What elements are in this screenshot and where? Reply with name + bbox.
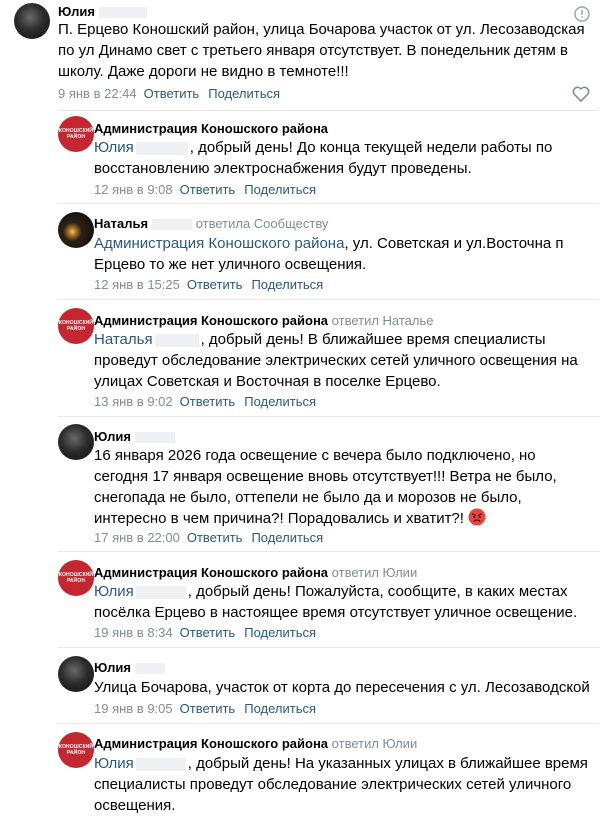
reply-text: Юлия, добрый день! На указанных улицах в… <box>94 755 588 814</box>
reply-time[interactable]: 13 янв в 9:02 <box>94 394 173 409</box>
avatar[interactable]: КОНОШСКИЙ РАЙОН <box>58 732 94 768</box>
reply-text: 16 января 2026 года освещение с вечера б… <box>94 447 557 527</box>
reply-author[interactable]: Администрация Коношского района ответил … <box>94 565 417 580</box>
reply-time[interactable]: 19 янв в 8:34 <box>94 625 173 640</box>
share-link[interactable]: Поделиться <box>244 182 316 197</box>
redacted-surname <box>134 663 165 675</box>
reply-meta: 19 янв в 8:34 Ответить Поделиться <box>94 625 316 640</box>
avatar[interactable] <box>58 212 94 248</box>
mention-link[interactable]: Юлия <box>94 755 134 772</box>
divider <box>58 551 599 552</box>
reply-meta: 17 янв в 22:00 Ответить Поделиться <box>94 530 323 545</box>
reply-text: Администрация Коношского района, ул. Сов… <box>94 235 564 273</box>
divider <box>58 299 599 300</box>
admin-logo-text: КОНОШСКИЙ РАЙОН <box>58 744 94 756</box>
redacted-surname <box>135 585 186 599</box>
avatar[interactable]: КОНОШСКИЙ РАЙОН <box>58 560 94 596</box>
reply-link[interactable]: Ответить <box>180 701 236 716</box>
divider <box>58 203 599 204</box>
reply-text: Юлия, добрый день! Пожалуйста, сообщите,… <box>94 583 578 621</box>
mention-link[interactable]: Наталья <box>94 331 153 348</box>
admin-logo-text: КОНОШСКИЙ РАЙОН <box>58 320 94 332</box>
reply-link[interactable]: Ответить <box>180 182 236 197</box>
reply-text: Улица Бочарова, участок от корта до пере… <box>94 679 590 696</box>
comment-author[interactable]: Юлия <box>58 4 147 19</box>
divider <box>58 723 599 724</box>
heart-outline-icon[interactable] <box>572 86 590 102</box>
reply-meta: 12 янв в 15:25 Ответить Поделиться <box>94 277 323 292</box>
angry-face-emoji-icon <box>468 508 486 526</box>
avatar[interactable]: КОНОШСКИЙ РАЙОН <box>58 308 94 344</box>
reply-meta: 12 янв в 9:08 Ответить Поделиться <box>94 182 316 197</box>
share-link[interactable]: Поделиться <box>244 701 316 716</box>
reply-link[interactable]: Ответить <box>180 625 236 640</box>
redacted-surname <box>152 219 193 231</box>
reply-time[interactable]: 19 янв в 9:05 <box>94 701 173 716</box>
reply-link[interactable]: Ответить <box>187 530 243 545</box>
reply-link[interactable]: Ответить <box>187 277 243 292</box>
comment-text: П. Ерцево Коношский район, улица Бочаров… <box>58 21 585 80</box>
redacted-surname <box>135 141 188 155</box>
replied-to: ответил Юлии <box>331 565 418 580</box>
share-link[interactable]: Поделиться <box>251 277 323 292</box>
replied-to: ответил Юлии <box>331 736 418 751</box>
reply-author[interactable]: Юлия <box>94 429 175 444</box>
reply-text: Юлия, добрый день! До конца текущей неде… <box>94 139 553 177</box>
replied-to: ответила Сообществу <box>195 216 329 231</box>
mention-link[interactable]: Юлия <box>94 583 134 600</box>
comment-time[interactable]: 9 янв в 22:44 <box>58 86 137 101</box>
share-link[interactable]: Поделиться <box>208 86 280 101</box>
redacted-surname <box>154 333 199 347</box>
reply-time[interactable]: 12 янв в 15:25 <box>94 277 180 292</box>
avatar[interactable] <box>58 424 94 460</box>
mention-link[interactable]: Администрация Коношского района <box>94 235 344 252</box>
reply-link[interactable]: Ответить <box>180 394 236 409</box>
reply-author[interactable]: Администрация Коношского района ответил … <box>94 736 417 751</box>
redacted-surname <box>135 757 186 771</box>
admin-logo-text: КОНОШСКИЙ РАЙОН <box>58 572 94 584</box>
avatar[interactable] <box>14 3 50 39</box>
divider <box>58 647 599 648</box>
divider <box>58 110 599 111</box>
share-link[interactable]: Поделиться <box>244 625 316 640</box>
reply-author[interactable]: Администрация Коношского района <box>94 121 328 136</box>
reply-meta: 13 янв в 9:02 Ответить Поделиться <box>94 394 316 409</box>
reply-time[interactable]: 12 янв в 9:08 <box>94 182 173 197</box>
avatar[interactable] <box>58 656 94 692</box>
mention-link[interactable]: Юлия <box>94 139 134 156</box>
reply-meta: 19 янв в 9:05 Ответить Поделиться <box>94 701 316 716</box>
reply-time[interactable]: 17 янв в 22:00 <box>94 530 180 545</box>
reply-author[interactable]: Юлия <box>94 660 165 675</box>
replied-to: ответил Наталье <box>331 313 434 328</box>
share-link[interactable]: Поделиться <box>244 394 316 409</box>
reply-author[interactable]: Наталья ответила Сообществу <box>94 216 328 231</box>
admin-logo-text: КОНОШСКИЙ РАЙОН <box>58 128 94 140</box>
redacted-surname <box>98 7 147 19</box>
share-link[interactable]: Поделиться <box>251 530 323 545</box>
reply-text: Наталья, добрый день! В ближайшее время … <box>94 331 578 390</box>
comment-meta: 9 янв в 22:44 Ответить Поделиться <box>58 86 280 101</box>
redacted-surname <box>134 432 175 444</box>
reply-link[interactable]: Ответить <box>144 86 200 101</box>
divider <box>58 416 599 417</box>
reply-author[interactable]: Администрация Коношского района ответил … <box>94 313 434 328</box>
avatar[interactable]: КОНОШСКИЙ РАЙОН <box>58 116 94 152</box>
